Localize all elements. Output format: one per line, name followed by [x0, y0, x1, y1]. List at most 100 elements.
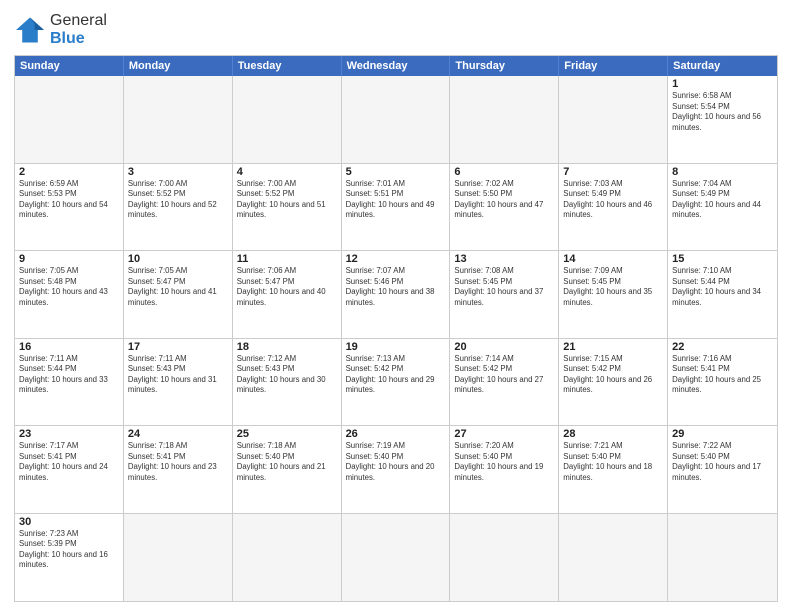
header-cell-monday: Monday: [124, 56, 233, 76]
calendar-cell: 5Sunrise: 7:01 AMSunset: 5:51 PMDaylight…: [342, 164, 451, 250]
logo-icon: [14, 16, 46, 44]
day-info: Sunrise: 7:01 AMSunset: 5:51 PMDaylight:…: [346, 179, 446, 221]
header-cell-friday: Friday: [559, 56, 668, 76]
day-number: 1: [672, 78, 773, 90]
calendar-cell: 1Sunrise: 6:58 AMSunset: 5:54 PMDaylight…: [668, 76, 777, 162]
day-number: 15: [672, 253, 773, 265]
day-number: 13: [454, 253, 554, 265]
day-info: Sunrise: 7:00 AMSunset: 5:52 PMDaylight:…: [237, 179, 337, 221]
day-number: 28: [563, 428, 663, 440]
day-number: 30: [19, 516, 119, 528]
day-number: 12: [346, 253, 446, 265]
header-cell-tuesday: Tuesday: [233, 56, 342, 76]
header: General Blue: [14, 12, 778, 47]
day-info: Sunrise: 7:20 AMSunset: 5:40 PMDaylight:…: [454, 441, 554, 483]
calendar-week-2: 9Sunrise: 7:05 AMSunset: 5:48 PMDaylight…: [15, 251, 777, 338]
calendar-cell: [559, 514, 668, 601]
day-number: 19: [346, 341, 446, 353]
header-cell-saturday: Saturday: [668, 56, 777, 76]
calendar-cell: 13Sunrise: 7:08 AMSunset: 5:45 PMDayligh…: [450, 251, 559, 337]
calendar-cell: 10Sunrise: 7:05 AMSunset: 5:47 PMDayligh…: [124, 251, 233, 337]
header-cell-sunday: Sunday: [15, 56, 124, 76]
calendar-cell: 15Sunrise: 7:10 AMSunset: 5:44 PMDayligh…: [668, 251, 777, 337]
calendar-cell: 8Sunrise: 7:04 AMSunset: 5:49 PMDaylight…: [668, 164, 777, 250]
day-number: 23: [19, 428, 119, 440]
calendar-cell: 28Sunrise: 7:21 AMSunset: 5:40 PMDayligh…: [559, 426, 668, 512]
day-info: Sunrise: 7:02 AMSunset: 5:50 PMDaylight:…: [454, 179, 554, 221]
calendar-cell: [668, 514, 777, 601]
day-number: 6: [454, 166, 554, 178]
day-info: Sunrise: 7:10 AMSunset: 5:44 PMDaylight:…: [672, 266, 773, 308]
day-info: Sunrise: 7:17 AMSunset: 5:41 PMDaylight:…: [19, 441, 119, 483]
logo: General Blue: [14, 12, 107, 47]
day-number: 20: [454, 341, 554, 353]
page: General Blue SundayMondayTuesdayWednesda…: [0, 0, 792, 612]
calendar: SundayMondayTuesdayWednesdayThursdayFrid…: [14, 55, 778, 602]
day-number: 22: [672, 341, 773, 353]
calendar-week-5: 30Sunrise: 7:23 AMSunset: 5:39 PMDayligh…: [15, 514, 777, 601]
day-number: 2: [19, 166, 119, 178]
day-info: Sunrise: 7:23 AMSunset: 5:39 PMDaylight:…: [19, 529, 119, 571]
calendar-cell: [342, 76, 451, 162]
day-info: Sunrise: 7:06 AMSunset: 5:47 PMDaylight:…: [237, 266, 337, 308]
calendar-cell: [559, 76, 668, 162]
calendar-cell: 14Sunrise: 7:09 AMSunset: 5:45 PMDayligh…: [559, 251, 668, 337]
day-info: Sunrise: 7:09 AMSunset: 5:45 PMDaylight:…: [563, 266, 663, 308]
day-info: Sunrise: 7:12 AMSunset: 5:43 PMDaylight:…: [237, 354, 337, 396]
calendar-cell: 4Sunrise: 7:00 AMSunset: 5:52 PMDaylight…: [233, 164, 342, 250]
day-info: Sunrise: 7:15 AMSunset: 5:42 PMDaylight:…: [563, 354, 663, 396]
day-number: 24: [128, 428, 228, 440]
day-number: 4: [237, 166, 337, 178]
calendar-cell: 12Sunrise: 7:07 AMSunset: 5:46 PMDayligh…: [342, 251, 451, 337]
calendar-cell: 20Sunrise: 7:14 AMSunset: 5:42 PMDayligh…: [450, 339, 559, 425]
day-info: Sunrise: 6:59 AMSunset: 5:53 PMDaylight:…: [19, 179, 119, 221]
calendar-week-1: 2Sunrise: 6:59 AMSunset: 5:53 PMDaylight…: [15, 164, 777, 251]
day-number: 10: [128, 253, 228, 265]
day-number: 7: [563, 166, 663, 178]
logo-text: General Blue: [50, 12, 107, 47]
day-info: Sunrise: 7:11 AMSunset: 5:44 PMDaylight:…: [19, 354, 119, 396]
calendar-cell: 21Sunrise: 7:15 AMSunset: 5:42 PMDayligh…: [559, 339, 668, 425]
day-info: Sunrise: 7:13 AMSunset: 5:42 PMDaylight:…: [346, 354, 446, 396]
day-info: Sunrise: 7:19 AMSunset: 5:40 PMDaylight:…: [346, 441, 446, 483]
calendar-cell: 7Sunrise: 7:03 AMSunset: 5:49 PMDaylight…: [559, 164, 668, 250]
day-number: 11: [237, 253, 337, 265]
calendar-cell: [342, 514, 451, 601]
day-number: 21: [563, 341, 663, 353]
calendar-cell: 29Sunrise: 7:22 AMSunset: 5:40 PMDayligh…: [668, 426, 777, 512]
day-info: Sunrise: 7:18 AMSunset: 5:40 PMDaylight:…: [237, 441, 337, 483]
day-number: 8: [672, 166, 773, 178]
calendar-cell: 3Sunrise: 7:00 AMSunset: 5:52 PMDaylight…: [124, 164, 233, 250]
day-info: Sunrise: 7:05 AMSunset: 5:48 PMDaylight:…: [19, 266, 119, 308]
day-number: 3: [128, 166, 228, 178]
calendar-week-0: 1Sunrise: 6:58 AMSunset: 5:54 PMDaylight…: [15, 76, 777, 163]
calendar-cell: 23Sunrise: 7:17 AMSunset: 5:41 PMDayligh…: [15, 426, 124, 512]
calendar-cell: 30Sunrise: 7:23 AMSunset: 5:39 PMDayligh…: [15, 514, 124, 601]
calendar-cell: 24Sunrise: 7:18 AMSunset: 5:41 PMDayligh…: [124, 426, 233, 512]
calendar-cell: 25Sunrise: 7:18 AMSunset: 5:40 PMDayligh…: [233, 426, 342, 512]
day-info: Sunrise: 7:16 AMSunset: 5:41 PMDaylight:…: [672, 354, 773, 396]
calendar-cell: [15, 76, 124, 162]
day-info: Sunrise: 7:05 AMSunset: 5:47 PMDaylight:…: [128, 266, 228, 308]
header-cell-thursday: Thursday: [450, 56, 559, 76]
calendar-cell: [450, 76, 559, 162]
calendar-cell: 6Sunrise: 7:02 AMSunset: 5:50 PMDaylight…: [450, 164, 559, 250]
header-cell-wednesday: Wednesday: [342, 56, 451, 76]
day-number: 16: [19, 341, 119, 353]
day-info: Sunrise: 7:07 AMSunset: 5:46 PMDaylight:…: [346, 266, 446, 308]
calendar-cell: 9Sunrise: 7:05 AMSunset: 5:48 PMDaylight…: [15, 251, 124, 337]
calendar-cell: [124, 76, 233, 162]
day-info: Sunrise: 6:58 AMSunset: 5:54 PMDaylight:…: [672, 91, 773, 133]
day-number: 9: [19, 253, 119, 265]
calendar-header: SundayMondayTuesdayWednesdayThursdayFrid…: [15, 56, 777, 76]
calendar-cell: 11Sunrise: 7:06 AMSunset: 5:47 PMDayligh…: [233, 251, 342, 337]
day-number: 29: [672, 428, 773, 440]
day-info: Sunrise: 7:04 AMSunset: 5:49 PMDaylight:…: [672, 179, 773, 221]
calendar-week-4: 23Sunrise: 7:17 AMSunset: 5:41 PMDayligh…: [15, 426, 777, 513]
day-info: Sunrise: 7:22 AMSunset: 5:40 PMDaylight:…: [672, 441, 773, 483]
calendar-cell: 22Sunrise: 7:16 AMSunset: 5:41 PMDayligh…: [668, 339, 777, 425]
day-info: Sunrise: 7:11 AMSunset: 5:43 PMDaylight:…: [128, 354, 228, 396]
calendar-cell: [124, 514, 233, 601]
day-info: Sunrise: 7:03 AMSunset: 5:49 PMDaylight:…: [563, 179, 663, 221]
day-number: 18: [237, 341, 337, 353]
